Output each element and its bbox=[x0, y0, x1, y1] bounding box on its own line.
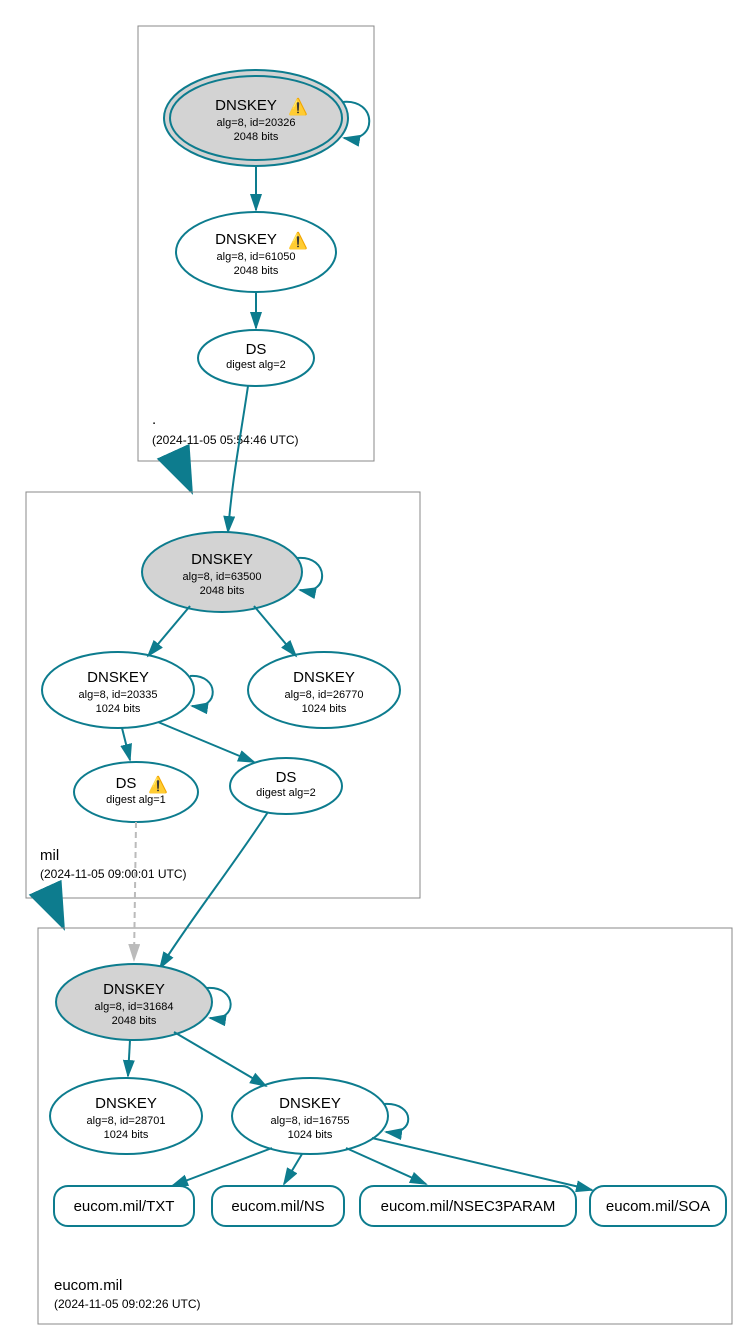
mil-ksk-line2: 2048 bits bbox=[200, 585, 245, 597]
edge bbox=[122, 728, 130, 760]
warning-icon: ⚠️ bbox=[288, 231, 308, 250]
zone-root: . (2024-11-05 05:54:46 UTC) DNSKEY ⚠️ al… bbox=[138, 26, 374, 461]
edge bbox=[284, 1154, 302, 1184]
edge-zone-delegation bbox=[178, 462, 188, 484]
mil-ds2-title: DS bbox=[276, 769, 297, 786]
root-ksk-line2: 2048 bits bbox=[234, 131, 279, 143]
eucom-zsk1-line2: 1024 bits bbox=[104, 1129, 149, 1141]
mil-ds1-line1: digest alg=1 bbox=[106, 794, 166, 806]
eucom-ksk-line2: 2048 bits bbox=[112, 1015, 157, 1027]
node-rr-soa[interactable]: eucom.mil/SOA bbox=[590, 1186, 726, 1226]
rr-ns-label: eucom.mil/NS bbox=[231, 1198, 324, 1215]
edge-dashed bbox=[134, 822, 136, 960]
mil-zsk2-line1: alg=8, id=26770 bbox=[285, 689, 364, 701]
node-mil-zsk1[interactable]: DNSKEY alg=8, id=20335 1024 bits bbox=[42, 652, 194, 728]
node-mil-ds1[interactable]: DS ⚠️ digest alg=1 bbox=[74, 762, 198, 822]
svg-text:DS: DS bbox=[116, 775, 137, 792]
mil-zsk1-title: DNSKEY bbox=[87, 669, 149, 686]
zone-root-label: . bbox=[152, 411, 156, 428]
edge-zone-delegation bbox=[50, 898, 60, 920]
root-zsk-line1: alg=8, id=61050 bbox=[217, 251, 296, 263]
node-mil-ds2[interactable]: DS digest alg=2 bbox=[230, 758, 342, 814]
edge bbox=[372, 1138, 592, 1190]
root-ds-line1: digest alg=2 bbox=[226, 359, 286, 371]
node-eucom-zsk1[interactable]: DNSKEY alg=8, id=28701 1024 bits bbox=[50, 1078, 202, 1154]
zone-eucom: eucom.mil (2024-11-05 09:02:26 UTC) DNSK… bbox=[38, 812, 732, 1324]
zone-mil: mil (2024-11-05 09:00:01 UTC) DNSKEY alg… bbox=[26, 386, 420, 898]
edge bbox=[346, 1148, 426, 1184]
zone-mil-label: mil bbox=[40, 847, 59, 864]
root-ds-title: DS bbox=[246, 341, 267, 358]
edge bbox=[148, 606, 190, 656]
svg-text:DNSKEY: DNSKEY bbox=[215, 97, 277, 114]
node-eucom-ksk[interactable]: DNSKEY alg=8, id=31684 2048 bits bbox=[56, 964, 212, 1040]
mil-ksk-title: DNSKEY bbox=[191, 551, 253, 568]
edge bbox=[228, 386, 248, 532]
edge bbox=[160, 812, 268, 968]
eucom-zsk1-line1: alg=8, id=28701 bbox=[87, 1115, 166, 1127]
edge bbox=[128, 1040, 130, 1076]
edge bbox=[254, 606, 296, 656]
root-ksk-line1: alg=8, id=20326 bbox=[217, 117, 296, 129]
eucom-zsk2-line2: 1024 bits bbox=[288, 1129, 333, 1141]
mil-ds1-title: DS bbox=[116, 775, 137, 792]
node-rr-nsec3[interactable]: eucom.mil/NSEC3PARAM bbox=[360, 1186, 576, 1226]
eucom-ksk-title: DNSKEY bbox=[103, 981, 165, 998]
eucom-zsk2-title: DNSKEY bbox=[279, 1095, 341, 1112]
eucom-zsk1-title: DNSKEY bbox=[95, 1095, 157, 1112]
rr-soa-label: eucom.mil/SOA bbox=[606, 1198, 710, 1215]
mil-zsk2-title: DNSKEY bbox=[293, 669, 355, 686]
mil-ksk-line1: alg=8, id=63500 bbox=[183, 571, 262, 583]
svg-text:DNSKEY: DNSKEY bbox=[215, 231, 277, 248]
node-eucom-zsk2[interactable]: DNSKEY alg=8, id=16755 1024 bits bbox=[232, 1078, 388, 1154]
zone-eucom-timestamp: (2024-11-05 09:02:26 UTC) bbox=[54, 1297, 201, 1311]
root-zsk-line2: 2048 bits bbox=[234, 265, 279, 277]
node-root-zsk[interactable]: DNSKEY ⚠️ alg=8, id=61050 2048 bits bbox=[176, 212, 336, 292]
eucom-ksk-line1: alg=8, id=31684 bbox=[95, 1001, 174, 1013]
zone-mil-timestamp: (2024-11-05 09:00:01 UTC) bbox=[40, 867, 187, 881]
zone-eucom-label: eucom.mil bbox=[54, 1277, 122, 1294]
mil-ds2-line1: digest alg=2 bbox=[256, 787, 316, 799]
mil-zsk2-line2: 1024 bits bbox=[302, 703, 347, 715]
node-root-ds[interactable]: DS digest alg=2 bbox=[198, 330, 314, 386]
node-rr-ns[interactable]: eucom.mil/NS bbox=[212, 1186, 344, 1226]
warning-icon: ⚠️ bbox=[148, 775, 168, 794]
edge bbox=[172, 1148, 272, 1186]
mil-zsk1-line2: 1024 bits bbox=[96, 703, 141, 715]
edge bbox=[158, 722, 254, 762]
warning-icon: ⚠️ bbox=[288, 97, 308, 116]
root-zsk-title: DNSKEY bbox=[215, 231, 277, 248]
root-ksk-title: DNSKEY bbox=[215, 97, 277, 114]
node-mil-zsk2[interactable]: DNSKEY alg=8, id=26770 1024 bits bbox=[248, 652, 400, 728]
edge bbox=[174, 1032, 266, 1086]
node-root-ksk[interactable]: DNSKEY ⚠️ alg=8, id=20326 2048 bits bbox=[164, 70, 348, 166]
node-rr-txt[interactable]: eucom.mil/TXT bbox=[54, 1186, 194, 1226]
rr-txt-label: eucom.mil/TXT bbox=[74, 1198, 175, 1215]
zone-root-timestamp: (2024-11-05 05:54:46 UTC) bbox=[152, 433, 299, 447]
mil-zsk1-line1: alg=8, id=20335 bbox=[79, 689, 158, 701]
eucom-zsk2-line1: alg=8, id=16755 bbox=[271, 1115, 350, 1127]
node-mil-ksk[interactable]: DNSKEY alg=8, id=63500 2048 bits bbox=[142, 532, 302, 612]
rr-nsec3-label: eucom.mil/NSEC3PARAM bbox=[381, 1198, 556, 1215]
